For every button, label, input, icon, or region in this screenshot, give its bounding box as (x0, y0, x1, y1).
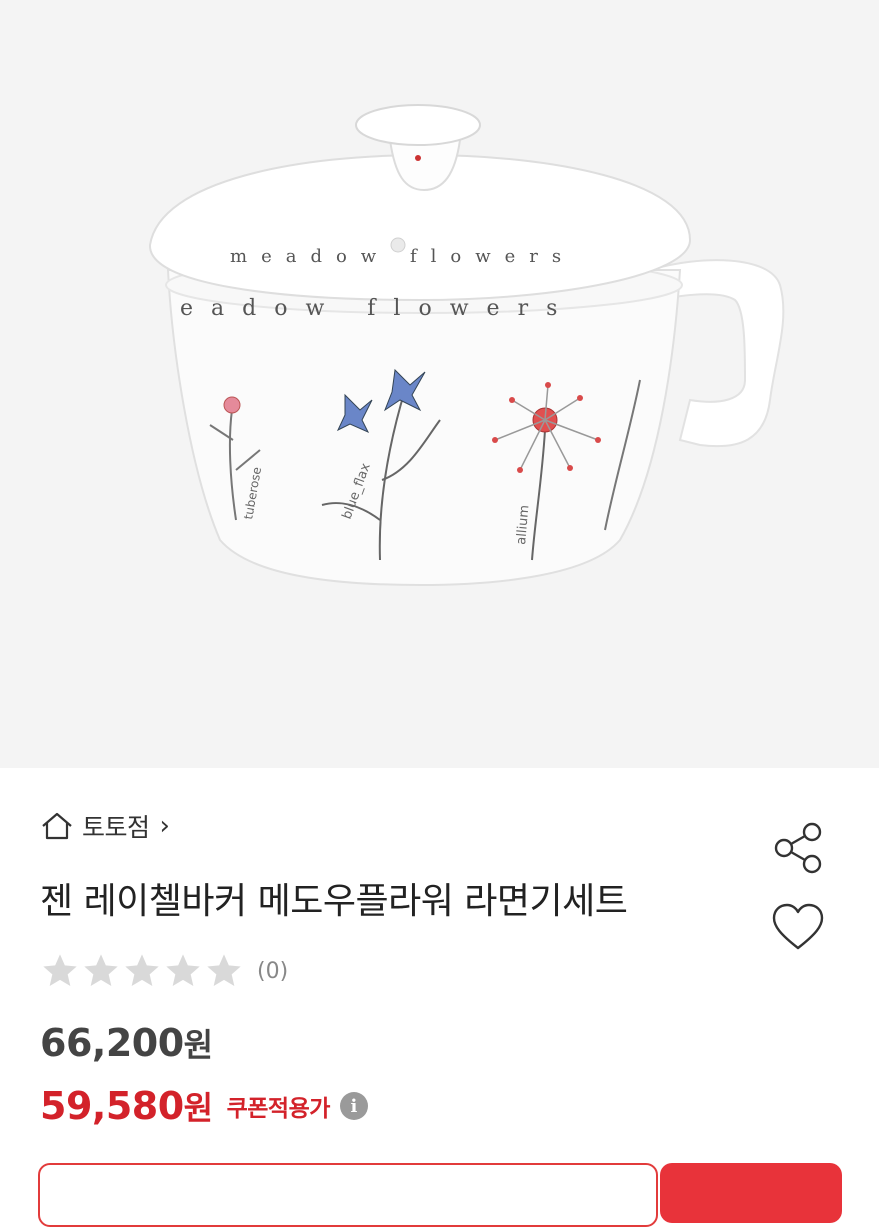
original-price-unit: 원 (183, 1026, 213, 1064)
coupon-price-label: 쿠폰적용가 (226, 1096, 331, 1122)
product-image[interactable]: meadow flowers eadow flowers tuberose bl… (0, 0, 879, 768)
coupon-price-number: 59,580 (40, 1084, 184, 1128)
bowl-lettering: eadow flowers (180, 296, 575, 321)
original-price-number: 66,200 (40, 1021, 184, 1065)
share-icon[interactable] (770, 820, 826, 876)
info-icon[interactable]: i (339, 1092, 368, 1120)
star-empty-icon (207, 954, 241, 986)
review-count: (0) (257, 958, 289, 984)
shop-link[interactable]: 토토점 › (40, 806, 170, 846)
cart-button[interactable] (38, 1163, 658, 1227)
coupon-price-row: 59,580원 쿠폰적용가 i (40, 1080, 368, 1132)
product-actions (770, 820, 830, 956)
star-empty-icon (125, 954, 159, 986)
ramen-pot-illustration: meadow flowers eadow flowers tuberose bl… (148, 104, 785, 587)
coupon-price-unit: 원 (183, 1089, 213, 1127)
rating[interactable]: (0) (40, 950, 288, 992)
lid-lettering: meadow flowers (230, 246, 575, 267)
heart-icon[interactable] (770, 900, 826, 956)
home-icon (42, 812, 72, 840)
shop-name: 토토점 (82, 813, 150, 842)
original-price: 66,200원 (40, 1020, 213, 1066)
product-title: 젠 레이첼바커 메도우플라워 라면기세트 (40, 881, 628, 922)
star-empty-icon (43, 954, 77, 986)
buy-button[interactable] (660, 1163, 842, 1223)
star-empty-icon (166, 954, 200, 986)
chevron-right-icon: › (159, 811, 170, 841)
star-empty-icon (84, 954, 118, 986)
coupon-price: 59,580원 (40, 1083, 213, 1129)
